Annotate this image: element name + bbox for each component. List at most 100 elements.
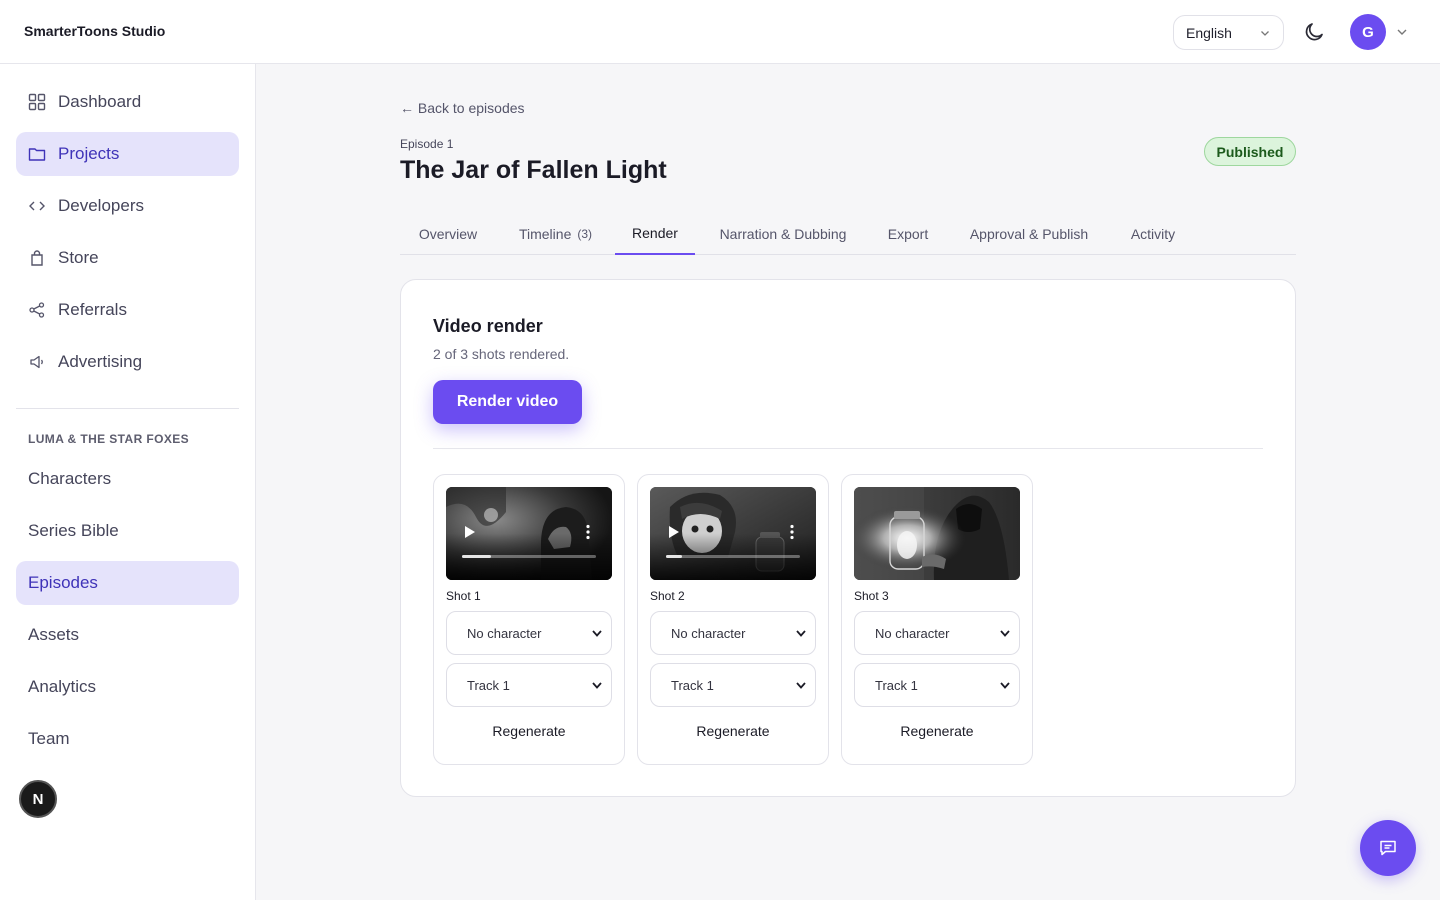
tab-overview[interactable]: Overview: [400, 212, 496, 255]
back-to-episodes-link[interactable]: ← Back to episodes: [400, 100, 525, 116]
sidebar-item-characters[interactable]: Characters: [16, 457, 239, 501]
video-progress-fill: [462, 555, 492, 558]
sidebar-item-label: Dashboard: [58, 92, 142, 111]
code-icon: [29, 201, 45, 211]
grid-icon: [28, 93, 46, 111]
sidebar-section-title: LUMA & THE STAR FOXES: [28, 432, 190, 446]
play-icon: [465, 526, 475, 538]
tab-approval-publish[interactable]: Approval & Publish: [949, 212, 1109, 255]
chevron-down-icon: [1261, 30, 1269, 36]
folder-icon: [28, 148, 46, 161]
shot-label: Shot 2: [650, 589, 685, 603]
tab-label: Activity: [1130, 225, 1176, 242]
page-title: The Jar of Fallen Light: [400, 156, 667, 184]
tab-label: Timeline: [518, 225, 572, 242]
shot-card: Shot 3 No character Track 1 Regenerate: [841, 474, 1033, 765]
video-progress-track[interactable]: [462, 555, 596, 558]
moon-icon[interactable]: [1302, 20, 1326, 44]
chevron-down-icon: [796, 630, 806, 637]
character-select[interactable]: No character: [854, 611, 1020, 655]
shot-image: [854, 487, 1020, 580]
sidebar-item-episodes[interactable]: Episodes: [16, 561, 239, 605]
top-bar: SmarterToons Studio English G: [0, 0, 1440, 64]
regenerate-button[interactable]: Regenerate: [854, 723, 1020, 739]
track-select[interactable]: Track 1: [854, 663, 1020, 707]
sidebar-item-dashboard[interactable]: Dashboard: [16, 80, 239, 124]
sidebar-item-label: Store: [58, 248, 99, 267]
regenerate-button[interactable]: Regenerate: [650, 723, 816, 739]
sidebar-divider: [16, 408, 239, 409]
shot-label: Shot 3: [854, 589, 889, 603]
sidebar-item-label: Developers: [58, 196, 144, 215]
tab-activity[interactable]: Activity: [1113, 212, 1193, 255]
tab-label: Export: [887, 225, 929, 242]
sidebar-item-advertising[interactable]: Advertising: [16, 340, 239, 384]
shot-label: Shot 1: [446, 589, 481, 603]
sidebar-item-referrals[interactable]: Referrals: [16, 288, 239, 332]
sidebar-item-label: Projects: [58, 144, 120, 163]
sidebar-item-developers[interactable]: Developers: [16, 184, 239, 228]
more-options-icon: [790, 524, 794, 540]
track-select-value: Track 1: [467, 677, 510, 693]
track-select[interactable]: Track 1: [446, 663, 612, 707]
play-icon: [669, 526, 679, 538]
episode-tabs: Overview Timeline (3) Render Narration & …: [400, 212, 1296, 255]
more-options-icon: [586, 524, 590, 540]
card-title: Video render: [433, 316, 543, 336]
character-select[interactable]: No character: [650, 611, 816, 655]
tab-export[interactable]: Export: [871, 212, 945, 255]
tab-label: Approval & Publish: [969, 225, 1089, 242]
status-badge: Published: [1204, 137, 1296, 166]
chat-icon: [1380, 840, 1396, 856]
regenerate-button[interactable]: Regenerate: [446, 723, 612, 739]
sidebar-item-label: Referrals: [58, 300, 127, 319]
language-value: English: [1186, 24, 1232, 41]
chevron-down-icon: [1000, 682, 1010, 689]
shot-card: Shot 2 No character Track 1 Regenerate: [637, 474, 829, 765]
tab-label: Narration & Dubbing: [719, 225, 847, 242]
sidebar-item-analytics[interactable]: Analytics: [16, 665, 239, 709]
shot-video-player[interactable]: [650, 487, 816, 580]
sidebar-item-series-bible[interactable]: Series Bible: [16, 509, 239, 553]
track-select[interactable]: Track 1: [650, 663, 816, 707]
sidebar-item-projects[interactable]: Projects: [16, 132, 239, 176]
video-render-card: Video render 2 of 3 shots rendered. Rend…: [400, 279, 1296, 797]
language-select[interactable]: English: [1173, 15, 1284, 50]
brand-name[interactable]: SmarterToons Studio: [24, 23, 165, 39]
shot-card: Shot 1 No character Track 1 Regenerate: [433, 474, 625, 765]
tab-label: Render: [632, 224, 678, 241]
shot-video-player[interactable]: [446, 487, 612, 580]
sidebar-item-store[interactable]: Store: [16, 236, 239, 280]
chat-button[interactable]: [1360, 820, 1416, 876]
tab-narration-dubbing[interactable]: Narration & Dubbing: [699, 212, 867, 255]
tab-timeline[interactable]: Timeline (3): [500, 212, 611, 255]
tab-render[interactable]: Render: [615, 212, 695, 255]
track-select-value: Track 1: [875, 677, 918, 693]
card-divider: [433, 448, 1263, 449]
sidebar-item-label: Advertising: [58, 352, 143, 371]
character-select-value: No character: [875, 625, 950, 641]
chevron-down-icon: [1000, 630, 1010, 637]
tab-count: (3): [577, 226, 593, 241]
character-select[interactable]: No character: [446, 611, 612, 655]
sidebar: Dashboard Projects Developers Store Refe…: [0, 64, 256, 900]
sidebar-item-team[interactable]: Team: [16, 717, 239, 761]
shot-thumbnail: [854, 487, 1020, 580]
sidebar-item-assets[interactable]: Assets: [16, 613, 239, 657]
episode-label: Episode 1: [400, 137, 454, 151]
chevron-down-icon: [796, 682, 806, 689]
chevron-down-icon[interactable]: [1395, 25, 1409, 39]
character-select-value: No character: [467, 625, 542, 641]
video-progress-fill: [666, 555, 683, 558]
avatar[interactable]: G: [1350, 14, 1386, 50]
render-video-button[interactable]: Render video: [433, 380, 582, 424]
character-select-value: No character: [671, 625, 746, 641]
share-icon: [29, 302, 45, 318]
chevron-down-icon: [592, 682, 602, 689]
video-progress-track[interactable]: [666, 555, 800, 558]
dev-tools-badge[interactable]: N: [19, 780, 57, 818]
chevron-down-icon: [592, 630, 602, 637]
track-select-value: Track 1: [671, 677, 714, 693]
megaphone-icon: [30, 355, 43, 369]
render-progress-text: 2 of 3 shots rendered.: [433, 346, 570, 362]
